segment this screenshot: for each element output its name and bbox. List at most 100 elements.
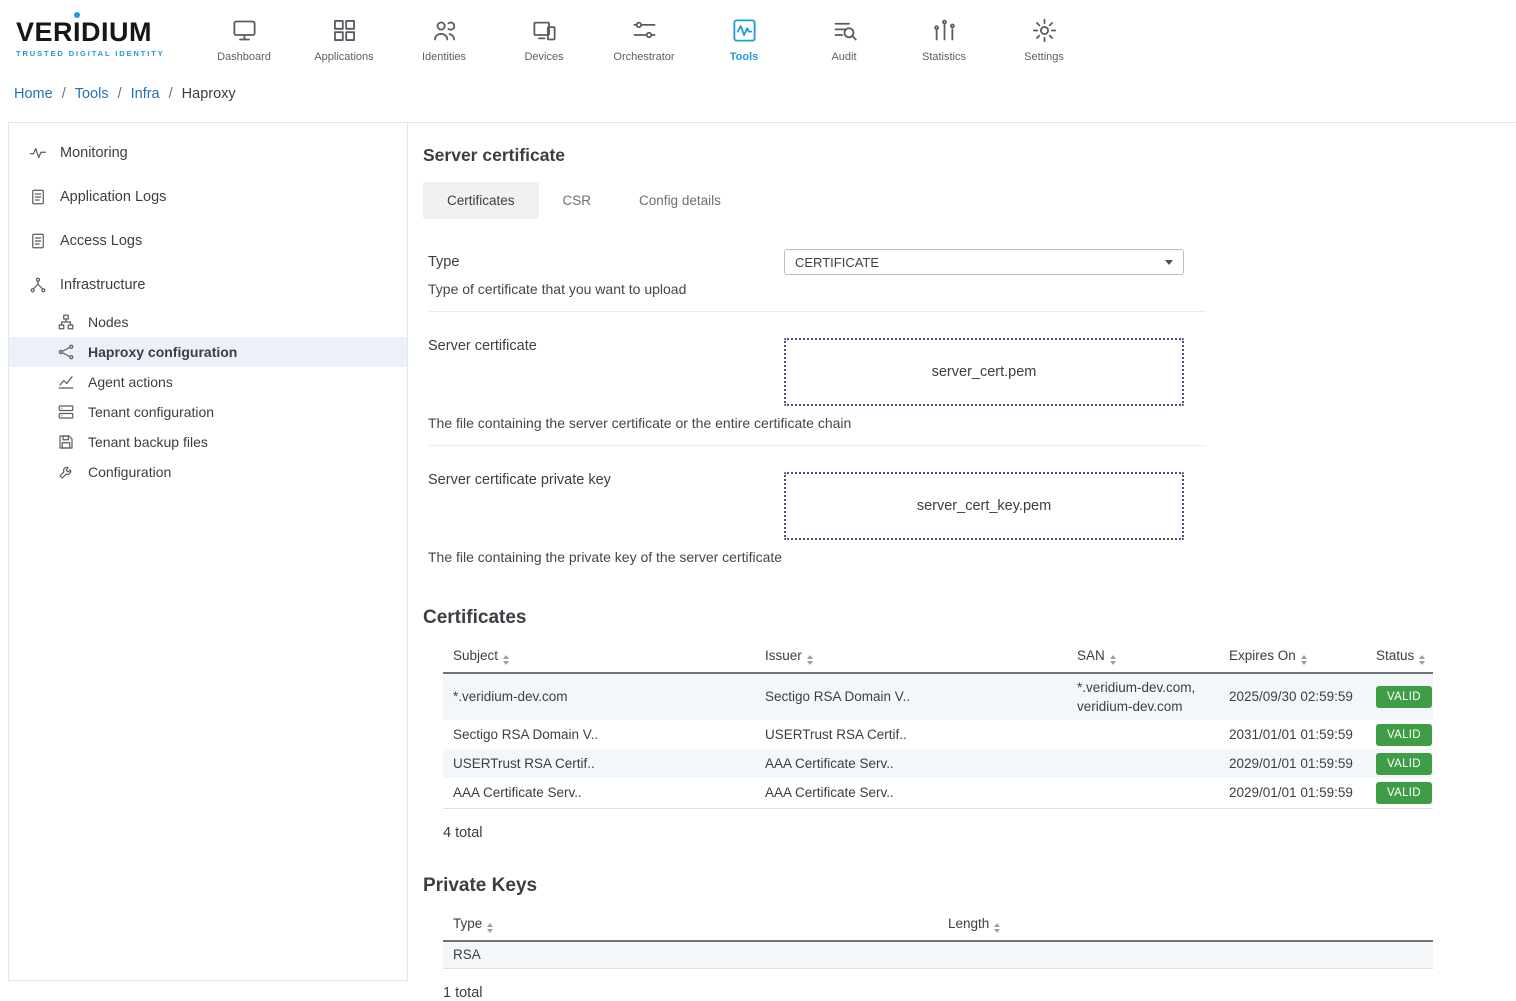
cell-type: RSA	[443, 941, 938, 969]
server-certificate-help-text: The file containing the server certifica…	[428, 415, 1206, 431]
cell-subject: *.veridium-dev.com	[443, 673, 755, 720]
access-logs-icon	[29, 232, 47, 250]
column-header-status[interactable]: Status	[1366, 641, 1433, 673]
nav-label: Dashboard	[217, 51, 271, 63]
private-key-dropzone[interactable]: server_cert_key.pem	[784, 472, 1184, 540]
cell-issuer: AAA Certificate Serv..	[755, 778, 1067, 808]
logo-i-dot: I	[73, 19, 81, 46]
sidebar-item-haproxy-configuration[interactable]: Haproxy configuration	[9, 337, 407, 367]
cell-status: VALID	[1366, 778, 1433, 808]
nav-item-statistics[interactable]: Statistics	[894, 13, 994, 63]
column-header-label: Issuer	[765, 648, 802, 663]
cell-status: VALID	[1366, 720, 1433, 749]
sidebar-item-tenant-configuration[interactable]: Tenant configuration	[9, 397, 407, 427]
breadcrumb-separator: /	[118, 86, 122, 102]
tabs: CertificatesCSRConfig details	[423, 182, 1516, 219]
nav-item-identities[interactable]: Identities	[394, 13, 494, 63]
column-header-subject[interactable]: Subject	[443, 641, 755, 673]
nav-label: Orchestrator	[613, 51, 674, 63]
nav-item-dashboard[interactable]: Dashboard	[194, 13, 294, 63]
breadcrumb-home[interactable]: Home	[14, 86, 53, 102]
sidebar-item-monitoring[interactable]: Monitoring	[9, 131, 407, 175]
status-badge: VALID	[1376, 782, 1432, 804]
sort-icon[interactable]	[1301, 655, 1307, 665]
column-header-label: Type	[453, 916, 482, 931]
identities-icon	[431, 17, 458, 44]
breadcrumb-tools[interactable]: Tools	[75, 86, 109, 102]
sort-icon[interactable]	[1110, 655, 1116, 665]
sidebar-item-access-logs[interactable]: Access Logs	[9, 219, 407, 263]
sort-icon[interactable]	[994, 923, 1000, 933]
private-keys-table: Type Length RSA	[443, 909, 1433, 970]
cell-subject: AAA Certificate Serv..	[443, 778, 755, 808]
agent-actions-icon	[57, 373, 75, 391]
nav-label: Devices	[524, 51, 563, 63]
sidebar-item-configuration[interactable]: Configuration	[9, 457, 407, 487]
tab-csr[interactable]: CSR	[539, 182, 616, 219]
certificate-type-select[interactable]: CERTIFICATE	[784, 249, 1184, 275]
sidebar-item-tenant-backup-files[interactable]: Tenant backup files	[9, 427, 407, 457]
column-header-label: Length	[948, 916, 989, 931]
nav-label: Statistics	[922, 51, 966, 63]
breadcrumb-infra[interactable]: Infra	[131, 86, 160, 102]
tab-certificates[interactable]: Certificates	[423, 182, 539, 219]
table-row[interactable]: AAA Certificate Serv..AAA Certificate Se…	[443, 778, 1433, 808]
table-row[interactable]: *.veridium-dev.comSectigo RSA Domain V..…	[443, 673, 1433, 720]
table-row[interactable]: USERTrust RSA Certif..AAA Certificate Se…	[443, 749, 1433, 778]
sidebar-item-label: Configuration	[88, 464, 171, 480]
column-header-type[interactable]: Type	[443, 909, 938, 941]
breadcrumb: Home/Tools/Infra/Haproxy	[0, 76, 1516, 122]
table-row[interactable]: RSA	[443, 941, 1433, 969]
cell-issuer: Sectigo RSA Domain V..	[755, 673, 1067, 720]
form-row-server-certificate: Server certificate server_cert.pem The f…	[428, 312, 1206, 446]
column-header-issuer[interactable]: Issuer	[755, 641, 1067, 673]
nav-label: Settings	[1024, 51, 1064, 63]
sidebar-item-infrastructure[interactable]: Infrastructure	[9, 263, 407, 307]
veridium-logo[interactable]: VERIDIUM TRUSTED DIGITAL IDENTITY	[16, 19, 184, 58]
server-certificate-label: Server certificate	[428, 338, 784, 354]
sort-icon[interactable]	[503, 655, 509, 665]
cell-status: VALID	[1366, 749, 1433, 778]
nav-item-orchestrator[interactable]: Orchestrator	[594, 13, 694, 63]
column-header-san[interactable]: SAN	[1067, 641, 1219, 673]
breadcrumb-haproxy: Haproxy	[182, 86, 236, 102]
breadcrumb-separator: /	[62, 86, 66, 102]
form-row-type: Type CERTIFICATE Type of certificate tha…	[428, 219, 1206, 312]
nav-item-audit[interactable]: Audit	[794, 13, 894, 63]
cell-subject: Sectigo RSA Domain V..	[443, 720, 755, 749]
sort-icon[interactable]	[1419, 655, 1425, 665]
infrastructure-icon	[29, 276, 47, 294]
main-panel: Server certificate CertificatesCSRConfig…	[408, 122, 1516, 981]
nav-item-devices[interactable]: Devices	[494, 13, 594, 63]
cell-subject: USERTrust RSA Certif..	[443, 749, 755, 778]
nav-item-settings[interactable]: Settings	[994, 13, 1094, 63]
table-row[interactable]: Sectigo RSA Domain V..USERTrust RSA Cert…	[443, 720, 1433, 749]
sidebar-item-nodes[interactable]: Nodes	[9, 307, 407, 337]
server-certificate-dropzone[interactable]: server_cert.pem	[784, 338, 1184, 406]
sort-icon[interactable]	[487, 923, 493, 933]
type-label: Type	[428, 254, 784, 270]
nav-item-tools[interactable]: Tools	[694, 13, 794, 63]
cell-san: *.veridium-dev.com, veridium-dev.com	[1067, 673, 1219, 720]
sidebar-item-label: Agent actions	[88, 374, 173, 390]
sidebar: MonitoringApplication LogsAccess LogsInf…	[8, 122, 408, 981]
page-title: Server certificate	[423, 145, 1516, 166]
nav-item-applications[interactable]: Applications	[294, 13, 394, 63]
cell-status: VALID	[1366, 673, 1433, 720]
sidebar-item-application-logs[interactable]: Application Logs	[9, 175, 407, 219]
private-keys-body: RSA	[443, 941, 1433, 969]
logo-text: VERIDIUM	[16, 19, 184, 46]
nav-label: Tools	[730, 51, 759, 63]
certificates-section-title: Certificates	[423, 607, 1516, 629]
column-header-expires[interactable]: Expires On	[1219, 641, 1366, 673]
cell-san	[1067, 749, 1219, 778]
column-header-label: Expires On	[1229, 648, 1296, 663]
sidebar-item-agent-actions[interactable]: Agent actions	[9, 367, 407, 397]
column-header-length[interactable]: Length	[938, 909, 1433, 941]
application-logs-icon	[29, 188, 47, 206]
sort-icon[interactable]	[807, 655, 813, 665]
tab-config-details[interactable]: Config details	[615, 182, 745, 219]
nodes-icon	[57, 313, 75, 331]
sidebar-item-label: Haproxy configuration	[88, 344, 237, 360]
certificates-header-row: Subject Issuer SAN Expires On Status	[443, 641, 1433, 673]
